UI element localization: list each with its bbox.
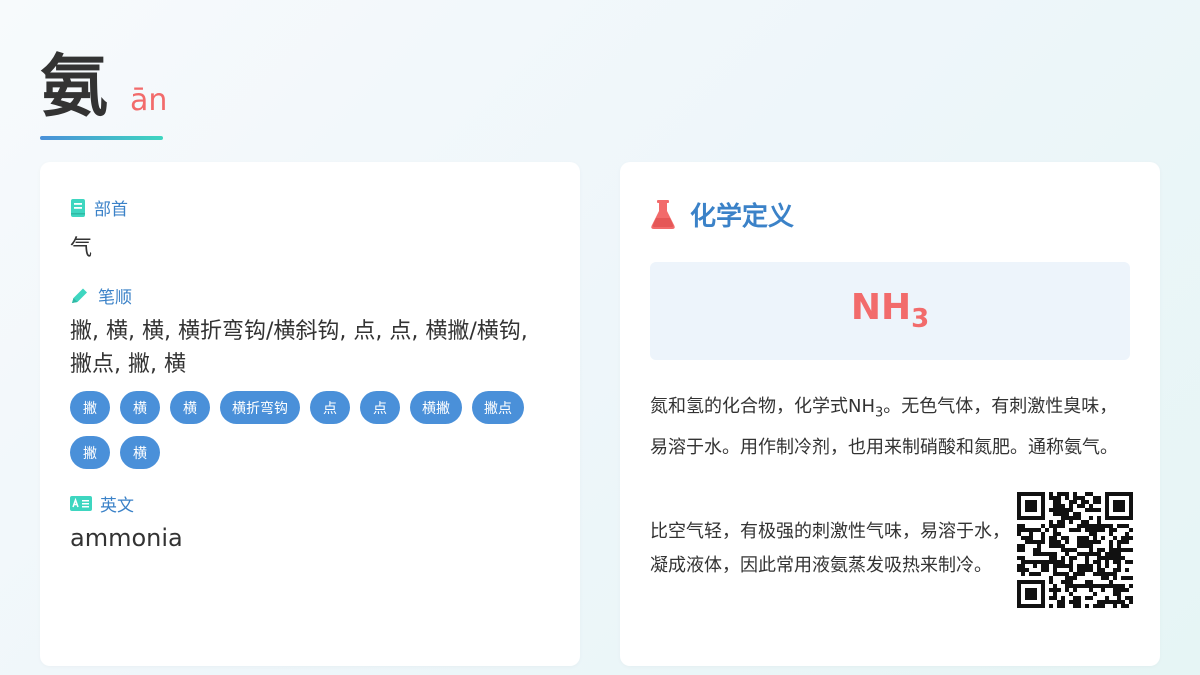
- stroke-tag: 横: [120, 436, 160, 469]
- info-card: 部首 气 笔顺 撇, 横, 横, 横折弯钩/横斜钩, 点, 点, 横撇/横钩, …: [40, 162, 580, 666]
- book-icon: [71, 198, 85, 217]
- pencil-icon: [72, 288, 87, 303]
- character-title: 氨: [40, 48, 109, 127]
- title-row: 氨 ān: [40, 48, 167, 128]
- chemistry-heading: 化学定义: [650, 196, 794, 233]
- definition-1-part-a: 氮和氢的化合物，化学式NH: [650, 396, 875, 417]
- stroke-tag: 撇点: [472, 391, 524, 424]
- english-label: 英文: [100, 496, 134, 516]
- stroke-tag: 横折弯钩: [220, 391, 300, 424]
- stroke-tag: 横: [170, 391, 210, 424]
- stroke-tag: 点: [310, 391, 350, 424]
- stroke-tag: 横: [120, 391, 160, 424]
- flask-icon: [651, 199, 675, 229]
- strokes-heading: 笔顺: [70, 283, 132, 308]
- definition-paragraph-1: 氮和氢的化合物，化学式NH3。无色气体，有刺激性臭味，易溶于水。用作制冷剂，也用…: [650, 390, 1132, 465]
- stroke-tags: 撇 横 横 横折弯钩 点 点 横撇 撇点 撇 横: [70, 391, 560, 469]
- stroke-tag: 点: [360, 391, 400, 424]
- radical-heading: 部首: [70, 195, 128, 220]
- chemical-formula: NH3: [851, 287, 929, 334]
- strokes-label: 笔顺: [98, 288, 132, 308]
- stroke-tag: 横撇: [410, 391, 462, 424]
- qr-code-icon: [1000, 478, 1150, 625]
- stroke-tag: 撇: [70, 436, 110, 469]
- title-block: 氨 ān: [40, 48, 167, 140]
- formula-main: NH: [850, 287, 912, 329]
- title-underline: [40, 136, 163, 140]
- strokes-value: 撇, 横, 横, 横折弯钩/横斜钩, 点, 点, 横撇/横钩, 撇点, 撇, 横: [70, 319, 528, 377]
- formula-subscript: 3: [911, 304, 930, 335]
- stroke-tag: 撇: [70, 391, 110, 424]
- radical-value: 气: [70, 236, 93, 261]
- formula-box: NH3: [650, 262, 1130, 360]
- radical-label: 部首: [94, 200, 128, 220]
- english-heading: 英文: [70, 491, 134, 516]
- english-value: ammonia: [70, 524, 183, 552]
- chemistry-title: 化学定义: [690, 202, 795, 232]
- language-icon: [70, 496, 92, 511]
- pinyin: ān: [130, 83, 168, 118]
